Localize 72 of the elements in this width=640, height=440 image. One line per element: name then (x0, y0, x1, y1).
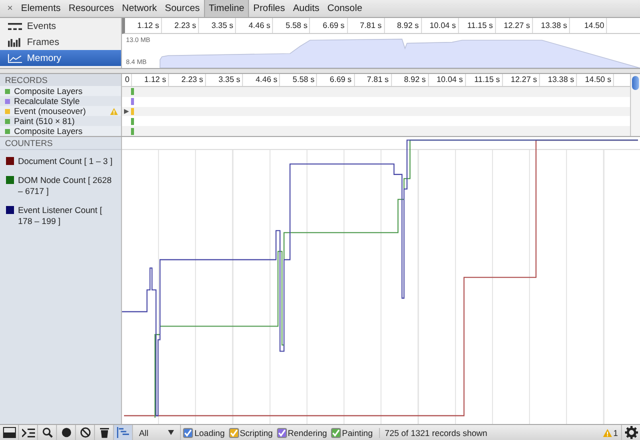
panel-tab[interactable]: Resources (64, 0, 118, 17)
category-checkbox[interactable]: Rendering (274, 428, 330, 438)
overview-mode-item[interactable]: Memory (0, 50, 121, 66)
time-tick-label: 14.50 s (577, 74, 614, 86)
records-count-text: 725 of 1321 records shown (378, 428, 488, 438)
bar-chart-icon (8, 38, 22, 46)
counter-color-swatch[interactable] (6, 206, 14, 214)
time-tick-label: 2.23 s (162, 18, 200, 33)
events-icon (8, 22, 22, 30)
time-tick-label: 6.69 s (317, 74, 355, 86)
scrollbar[interactable] (630, 74, 640, 136)
category-checkbox[interactable]: Loading (181, 428, 227, 438)
warning-icon (603, 428, 612, 436)
time-tick-label: 4.46 s (243, 74, 280, 86)
panel-tab[interactable]: Sources (160, 0, 204, 17)
counter-color-swatch[interactable] (6, 157, 14, 165)
time-tick-label: 8.92 s (392, 74, 429, 86)
panel-tab[interactable]: Audits (288, 0, 324, 17)
panel-tab[interactable]: Timeline (204, 0, 250, 17)
panel-tab[interactable]: Elements (17, 0, 65, 17)
time-tick-label: 8.92 s (384, 18, 422, 33)
settings-icon[interactable] (621, 425, 640, 440)
panel-tab[interactable]: Profiles (249, 0, 289, 17)
record-item[interactable]: Recalculate Style (0, 96, 121, 106)
time-tick-label: 6.69 s (310, 18, 348, 33)
checkmark-icon (332, 428, 340, 436)
time-tick-label: 4.46 s (236, 18, 274, 33)
counter-label: Document Count [ 1 – 3 ] (18, 156, 112, 167)
time-tick-label: 3.35 s (199, 18, 236, 33)
time-tick-label: 3.35 s (206, 74, 244, 86)
category-checkbox[interactable]: Painting (329, 428, 375, 438)
time-tick-label: 11.15 s (458, 18, 496, 33)
counter-color-swatch[interactable] (6, 176, 14, 184)
time-tick-label: 2.23 s (169, 74, 206, 86)
time-tick-label: 1.12 s (125, 18, 162, 33)
panel-tab[interactable]: Network (118, 0, 161, 17)
time-tick-label: 5.58 s (273, 18, 310, 33)
expand-arrow-icon[interactable] (124, 108, 129, 114)
overview-mode-item[interactable]: Frames (0, 34, 121, 50)
time-tick-label: 0 (122, 74, 132, 86)
checkmark-icon (184, 428, 192, 436)
dock-icon[interactable] (0, 425, 19, 440)
time-tick-label: 10.04 s (422, 18, 459, 33)
time-tick-label: 11.15 s (466, 74, 503, 86)
records-header: RECORDS (0, 74, 121, 86)
overview-mode-item[interactable]: Events (0, 18, 121, 34)
close-button[interactable]: × (3, 0, 17, 17)
panel-tab[interactable]: Console (323, 0, 366, 17)
time-tick-label: 13.38 s (540, 74, 578, 86)
counter-label: Event Listener Count [ 178 – 199 ] (18, 205, 104, 227)
time-tick-label: 1.12 s (132, 74, 170, 86)
time-tick-label: 5.58 s (280, 74, 318, 86)
time-tick-label: 14.50 (570, 18, 608, 33)
warning-count[interactable]: 1 (603, 428, 618, 438)
filter-dropdown[interactable]: All (133, 425, 182, 440)
waterfall-icon[interactable] (114, 425, 133, 440)
console-icon[interactable] (19, 425, 38, 440)
time-tick-label: 13.38 s (533, 18, 570, 33)
scroll-thumb[interactable] (632, 76, 639, 90)
checkmark-icon (278, 428, 286, 436)
record-item[interactable]: Paint (510 × 81) (0, 116, 121, 126)
checkmark-icon (230, 428, 238, 436)
counter-label: DOM Node Count [ 2628 – 6717 ] (18, 175, 113, 197)
counters-header: COUNTERS (0, 137, 121, 150)
time-tick-label: 10.04 s (428, 74, 466, 86)
time-tick-label: 7.81 s (348, 18, 385, 33)
time-tick-label: 12.27 s (496, 18, 534, 33)
line-chart-icon (8, 54, 22, 62)
category-checkbox[interactable]: Scripting (226, 428, 275, 438)
time-tick-label: 12.27 s (502, 74, 540, 86)
time-tick-label: 7.81 s (354, 74, 392, 86)
caret-icon (168, 430, 174, 435)
